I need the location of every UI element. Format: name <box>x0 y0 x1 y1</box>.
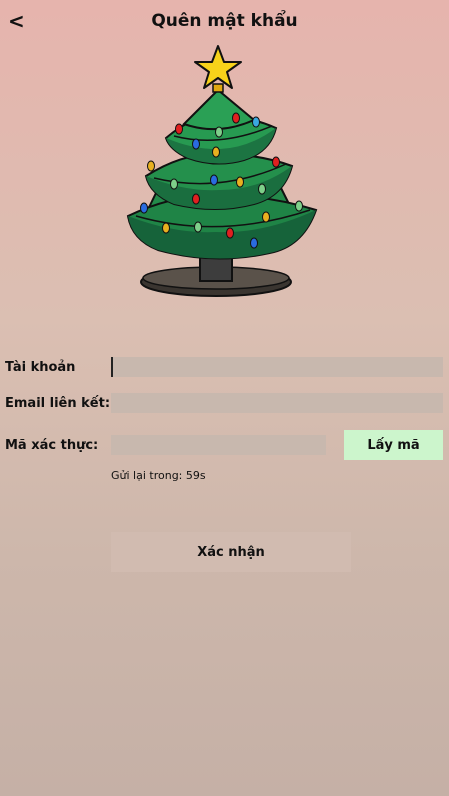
email-input[interactable] <box>111 393 443 413</box>
christmas-tree-icon <box>126 45 318 297</box>
code-label: Mã xác thực: <box>5 438 99 453</box>
confirm-button[interactable]: Xác nhận <box>111 532 351 572</box>
account-label: Tài khoản <box>5 360 76 375</box>
get-code-button[interactable]: Lấy mã <box>344 430 443 460</box>
code-input[interactable] <box>111 435 326 455</box>
resend-countdown: Gửi lại trong: 59s <box>111 469 206 482</box>
page-title: Quên mật khẩu <box>151 11 298 31</box>
account-input[interactable] <box>111 357 443 377</box>
email-label: Email liên kết: <box>5 396 111 411</box>
